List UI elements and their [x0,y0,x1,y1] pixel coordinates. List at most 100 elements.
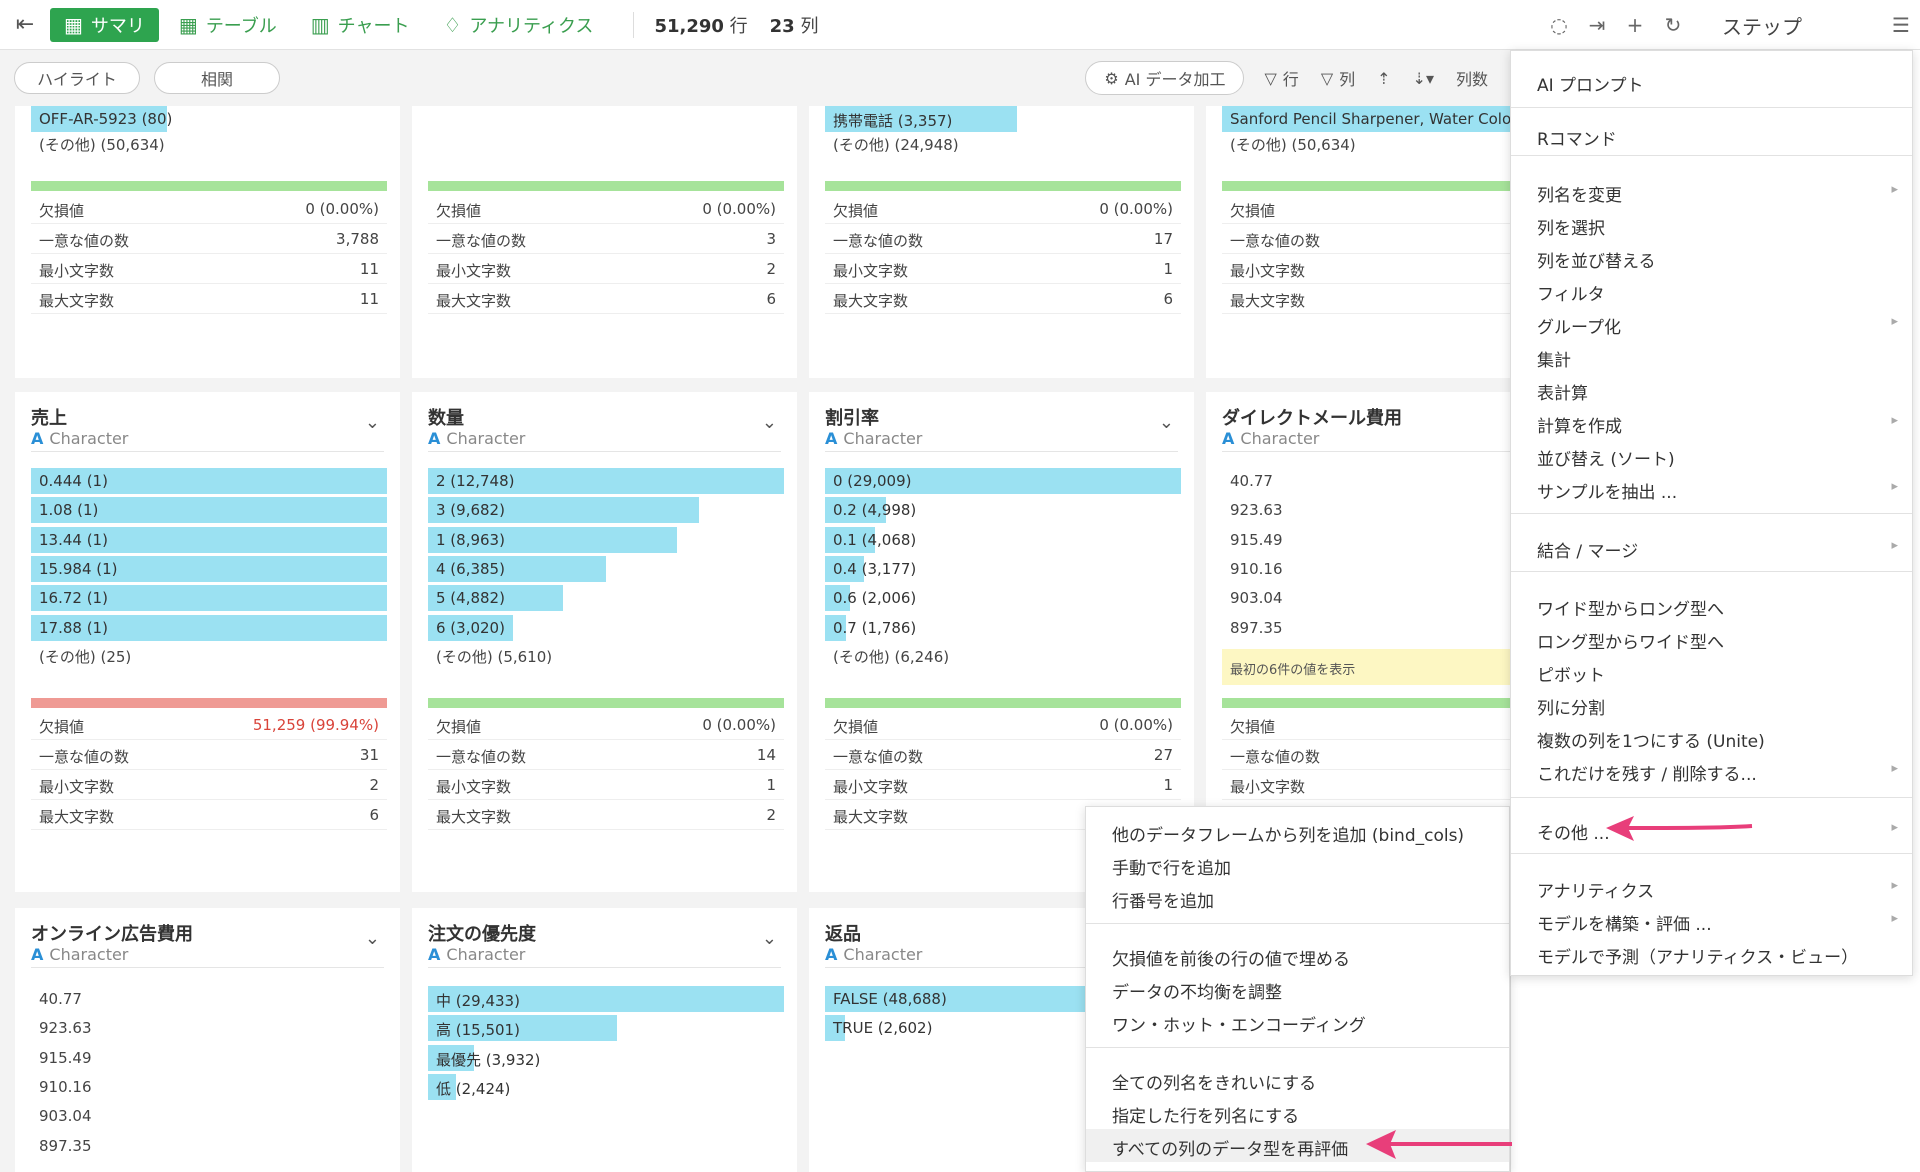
menu-item[interactable]: モデルを構築・評価 ... ▸ [1511,904,1912,937]
bar-label: 5 (4,882) [436,589,505,608]
stat-row: 欠損値 0 (0.00%) [31,194,387,224]
menu-item[interactable]: これだけを残す / 削除する... ▸ [1511,754,1912,787]
stat-row: 最大文字数 11 [31,284,387,314]
category-bar: 0.4 (3,177) [825,555,1181,582]
bar-label: 3 (9,682) [436,501,505,520]
column-type: A Character [1222,429,1319,448]
menu-item-label: 結合 / マージ [1537,542,1639,562]
bar-label: 13.44 (1) [39,530,108,549]
menu-item[interactable]: 複数の列を1つにする (Unite) [1511,721,1912,754]
menu-item-label: 他のデータフレームから列を追加 (bind_cols) [1112,826,1465,846]
menu-item-label: 並び替え (ソート) [1537,450,1675,470]
sort-desc-button[interactable]: ⇣▾ [1413,69,1434,88]
menu-item[interactable]: 手動で行を追加 [1086,848,1509,881]
menu-item[interactable]: ワイド型からロング型へ [1511,589,1912,622]
menu-item[interactable]: 並び替え (ソート) [1511,439,1912,472]
tab-chart[interactable]: ▥ チャート [297,8,424,42]
chevron-down-icon[interactable]: ⌄ [1159,412,1174,433]
column-filter-button[interactable]: ▽ 列 [1321,66,1355,90]
other-values: (その他) (25) [39,648,132,666]
chevron-down-icon[interactable]: ⌄ [762,928,777,949]
menu-item[interactable]: 列を並び替える [1511,241,1912,274]
stat-row: 最小文字数 2 [428,254,784,284]
menu-item[interactable]: 行番号を追加 [1086,881,1509,914]
menu-item-label: 集計 [1537,351,1571,371]
stat-row: 最小文字数 11 [31,254,387,284]
value-item: 897.35 [39,1136,92,1155]
menu-item[interactable]: ピボット [1511,655,1912,688]
menu-divider [1511,571,1912,572]
other-values: (その他) (6,246) [833,648,950,666]
row-count: 51,290 行 [654,15,748,37]
menu-item[interactable]: ワン・ホット・エンコーディング [1086,1005,1509,1038]
download-icon: ⇣▾ [1412,68,1434,88]
row-filter-button[interactable]: ▽ 行 [1264,66,1298,90]
stat-label: 最小文字数 [1230,778,1306,796]
category-bar: 16.72 (1) [31,585,387,612]
stat-row: 欠損値 0 (0.00%) [428,194,784,224]
lightbulb-icon: ♢ [443,12,462,37]
menu-item[interactable]: 列名を変更 ▸ [1511,175,1912,208]
stat-label: 欠損値 [436,202,482,220]
bar-label: 16.72 (1) [39,589,108,608]
menu-item-label: Rコマンド [1537,130,1617,150]
value-item: 903.04 [39,1107,92,1126]
stat-value: 2 [766,260,776,278]
tab-table[interactable]: ▦ テーブル [165,8,291,42]
menu-item[interactable]: 欠損値を前後の行の値で埋める [1086,939,1509,972]
settings-sliders-icon[interactable]: ☰ [1882,0,1920,50]
correlation-button[interactable]: 相関 [154,62,280,94]
menu-item-label: モデルで予測（アナリティクス・ビュー） [1537,948,1859,968]
menu-item-label: 欠損値を前後の行の値で埋める [1112,950,1350,970]
collapse-sidebar-icon[interactable]: ⇤ [0,0,50,50]
menu-item[interactable]: 全ての列名をきれいにする [1086,1063,1509,1096]
stat-label: 欠損値 [1230,718,1276,736]
menu-item[interactable]: AI プロンプト [1511,65,1912,98]
stat-row: 欠損値 0 (0.00%) [825,194,1181,224]
menu-item[interactable]: ロング型からワイド型へ [1511,622,1912,655]
stat-value: 6 [1163,290,1173,308]
ai-data-button[interactable]: ⚙ AI データ加工 [1085,61,1245,95]
toolbar-divider [633,11,635,38]
menu-item[interactable]: グループ化 ▸ [1511,307,1912,340]
menu-item[interactable]: Rコマンド [1511,119,1912,152]
menu-item[interactable]: 集計 [1511,340,1912,373]
tab-summary[interactable]: ▦ サマリ [50,7,159,42]
chevron-down-icon[interactable]: ⌄ [365,928,380,949]
menu-item[interactable]: 計算を作成 ▸ [1511,406,1912,439]
menu-item[interactable]: 表計算 [1511,373,1912,406]
chevron-down-icon[interactable]: ⌄ [762,412,777,433]
menu-item[interactable]: アナリティクス ▸ [1511,871,1912,904]
tab-analytics[interactable]: ♢ アナリティクス [429,8,607,42]
filter-bar-actions: ⚙ AI データ加工 ▽ 行 ▽ 列 ⇡ ⇣▾ 列数 [1085,50,1510,106]
menu-item[interactable]: 他のデータフレームから列を追加 (bind_cols) [1086,815,1509,848]
highlight-button[interactable]: ハイライト [14,62,140,94]
menu-item[interactable]: 結合 / マージ ▸ [1511,531,1912,564]
add-step-icon[interactable]: + [1616,0,1654,50]
bar-label: TRUE (2,602) [833,1019,933,1038]
sort-asc-button[interactable]: ⇡ [1377,69,1390,88]
column-count-button[interactable]: 列数 [1456,66,1488,90]
quality-bar [428,698,784,708]
other-values: (その他) (50,634) [1230,136,1356,154]
character-type-icon: A [31,429,44,448]
menu-item[interactable]: 列を選択 [1511,208,1912,241]
menu-item[interactable]: サンプルを抽出 ... ▸ [1511,472,1912,505]
expand-right-icon[interactable]: ⇥ [1578,0,1616,50]
stat-label: 欠損値 [39,718,85,736]
column-type-label: Character [843,429,923,448]
stat-value: 1 [1163,260,1173,278]
refresh-icon[interactable]: ↻ [1654,0,1692,50]
card-header: 割引率 A Character ⌄ [825,402,1178,452]
comment-icon[interactable]: ◌ [1540,0,1578,50]
menu-item[interactable]: フィルタ [1511,274,1912,307]
menu-item[interactable]: モデルで予測（アナリティクス・ビュー） [1511,937,1912,970]
category-bar: 6 (3,020) [428,614,784,641]
menu-item[interactable]: データの不均衡を調整 [1086,972,1509,1005]
bar-label: 2 (12,748) [436,472,515,490]
chevron-down-icon[interactable]: ⌄ [365,412,380,433]
stat-value: 14 [756,746,776,764]
menu-divider [1086,923,1509,924]
menu-item[interactable]: 列に分割 [1511,688,1912,721]
category-bar: 0.2 (4,998) [825,497,1181,524]
